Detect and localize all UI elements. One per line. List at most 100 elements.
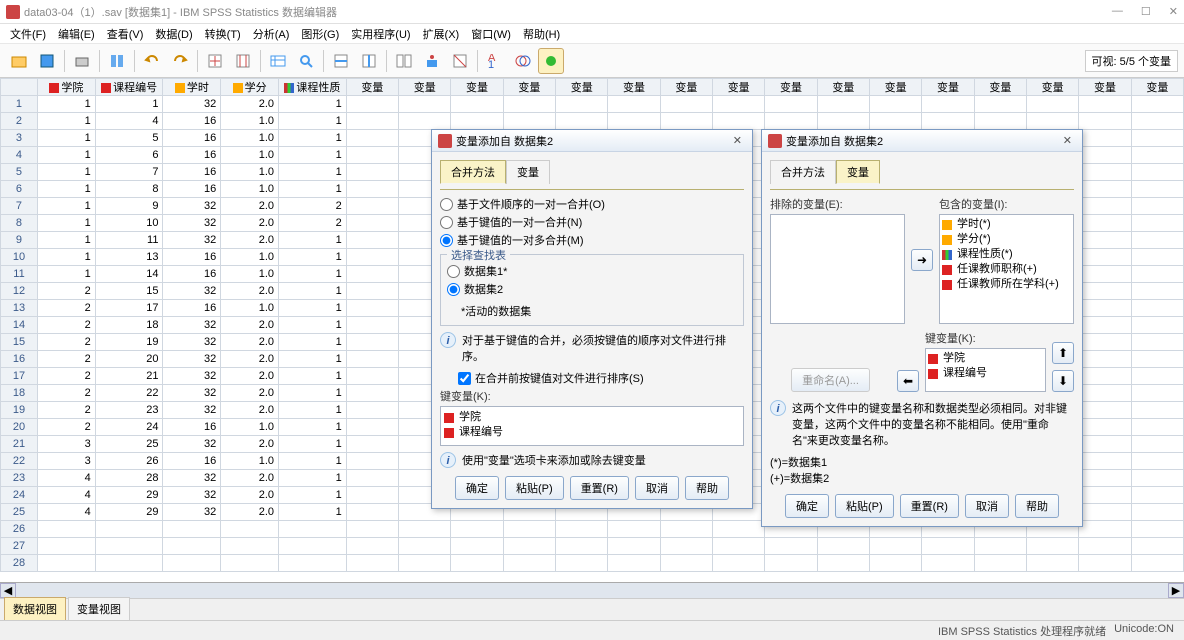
data-cell[interactable]: 2.0 <box>221 351 279 368</box>
data-cell[interactable] <box>660 113 712 130</box>
data-cell[interactable]: 2 <box>37 419 95 436</box>
data-cell[interactable]: 1 <box>279 419 347 436</box>
data-cell[interactable] <box>346 283 398 300</box>
data-cell[interactable]: 1 <box>279 351 347 368</box>
data-cell[interactable]: 32 <box>163 470 221 487</box>
data-cell[interactable] <box>1079 96 1131 113</box>
data-cell[interactable] <box>1079 198 1131 215</box>
data-cell[interactable] <box>1131 504 1183 521</box>
split-icon[interactable] <box>391 48 417 74</box>
data-cell[interactable]: 32 <box>163 283 221 300</box>
data-cell[interactable]: 32 <box>163 215 221 232</box>
menu-item[interactable]: 数据(D) <box>151 24 196 44</box>
data-cell[interactable] <box>451 96 503 113</box>
data-cell[interactable] <box>1079 283 1131 300</box>
data-cell[interactable] <box>765 538 817 555</box>
data-cell[interactable]: 4 <box>37 504 95 521</box>
data-cell[interactable] <box>346 113 398 130</box>
tab-variables[interactable]: 变量 <box>836 160 880 184</box>
data-cell[interactable]: 1 <box>279 147 347 164</box>
data-cell[interactable]: 1 <box>279 487 347 504</box>
data-cell[interactable]: 1 <box>279 402 347 419</box>
move-up-icon[interactable]: ⬆ <box>1052 342 1074 364</box>
data-cell[interactable] <box>346 538 398 555</box>
insert-var-icon[interactable] <box>356 48 382 74</box>
reset-button[interactable]: 重置(R) <box>570 476 629 500</box>
data-cell[interactable]: 2 <box>37 402 95 419</box>
radio-key-many[interactable]: 基于键值的一对多合并(M) <box>440 232 744 248</box>
data-cell[interactable]: 2.0 <box>221 368 279 385</box>
row-number[interactable]: 26 <box>1 521 38 538</box>
data-cell[interactable] <box>346 266 398 283</box>
data-cell[interactable]: 1 <box>279 130 347 147</box>
data-cell[interactable] <box>870 113 922 130</box>
data-cell[interactable]: 32 <box>163 385 221 402</box>
data-cell[interactable]: 32 <box>163 504 221 521</box>
menu-item[interactable]: 图形(G) <box>297 24 343 44</box>
list-item[interactable]: 学院 <box>928 351 1043 366</box>
column-header-empty[interactable]: 变量 <box>451 79 503 96</box>
data-cell[interactable]: 1.0 <box>221 300 279 317</box>
data-cell[interactable] <box>870 96 922 113</box>
data-cell[interactable]: 1 <box>37 113 95 130</box>
data-cell[interactable] <box>503 96 555 113</box>
data-cell[interactable]: 1 <box>37 249 95 266</box>
maximize-icon[interactable]: ☐ <box>1141 5 1151 18</box>
data-cell[interactable] <box>346 351 398 368</box>
data-cell[interactable] <box>221 521 279 538</box>
data-cell[interactable]: 1 <box>279 317 347 334</box>
data-cell[interactable] <box>1131 402 1183 419</box>
data-cell[interactable] <box>451 521 503 538</box>
data-cell[interactable] <box>1079 470 1131 487</box>
data-cell[interactable]: 2.0 <box>221 504 279 521</box>
data-cell[interactable] <box>765 555 817 572</box>
data-cell[interactable]: 3 <box>37 436 95 453</box>
data-cell[interactable] <box>660 555 712 572</box>
column-header-empty[interactable]: 变量 <box>399 79 451 96</box>
data-cell[interactable] <box>922 113 974 130</box>
data-cell[interactable] <box>660 96 712 113</box>
data-cell[interactable] <box>1079 164 1131 181</box>
row-number[interactable]: 4 <box>1 147 38 164</box>
data-cell[interactable] <box>1079 436 1131 453</box>
data-cell[interactable]: 2 <box>37 300 95 317</box>
data-cell[interactable]: 2 <box>279 215 347 232</box>
data-cell[interactable]: 1 <box>37 164 95 181</box>
data-cell[interactable] <box>817 555 869 572</box>
cancel-button[interactable]: 取消 <box>635 476 679 500</box>
minimize-icon[interactable]: — <box>1112 5 1123 18</box>
data-cell[interactable]: 32 <box>163 487 221 504</box>
row-number[interactable]: 25 <box>1 504 38 521</box>
save-icon[interactable] <box>34 48 60 74</box>
data-cell[interactable] <box>346 453 398 470</box>
data-cell[interactable] <box>1131 538 1183 555</box>
row-number[interactable]: 2 <box>1 113 38 130</box>
column-header[interactable]: 课程编号 <box>95 79 163 96</box>
data-cell[interactable] <box>346 181 398 198</box>
row-number[interactable]: 5 <box>1 164 38 181</box>
paste-button[interactable]: 粘贴(P) <box>505 476 564 500</box>
data-cell[interactable]: 32 <box>163 317 221 334</box>
data-cell[interactable] <box>346 419 398 436</box>
list-item[interactable]: 学时(*) <box>942 217 1071 232</box>
data-cell[interactable] <box>399 538 451 555</box>
data-cell[interactable]: 7 <box>95 164 163 181</box>
menu-item[interactable]: 扩展(X) <box>419 24 464 44</box>
data-cell[interactable] <box>163 555 221 572</box>
data-cell[interactable] <box>346 504 398 521</box>
data-cell[interactable] <box>503 521 555 538</box>
data-cell[interactable] <box>1131 198 1183 215</box>
data-cell[interactable] <box>1079 147 1131 164</box>
row-number[interactable]: 24 <box>1 487 38 504</box>
data-cell[interactable] <box>1131 368 1183 385</box>
data-cell[interactable]: 19 <box>95 334 163 351</box>
labels-icon[interactable]: A1 <box>482 48 508 74</box>
data-cell[interactable] <box>765 113 817 130</box>
data-cell[interactable]: 1 <box>279 113 347 130</box>
data-cell[interactable] <box>870 538 922 555</box>
data-cell[interactable] <box>1027 113 1079 130</box>
row-number[interactable]: 8 <box>1 215 38 232</box>
data-cell[interactable] <box>1079 249 1131 266</box>
data-cell[interactable] <box>922 96 974 113</box>
customize-icon[interactable] <box>538 48 564 74</box>
